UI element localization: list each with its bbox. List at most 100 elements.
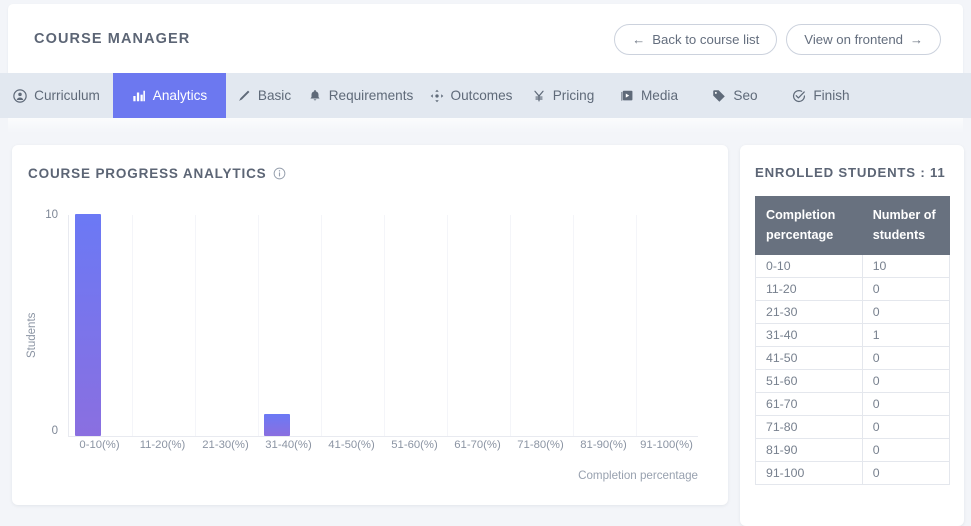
pencil-icon bbox=[237, 89, 251, 103]
table-row: 0-1010 bbox=[756, 255, 950, 278]
tab-requirements-label: Requirements bbox=[329, 88, 414, 103]
tab-seo-label: Seo bbox=[733, 88, 757, 103]
cell-completion-range: 71-80 bbox=[756, 416, 863, 439]
x-axis-tick: 0-10(%) bbox=[68, 439, 131, 451]
tab-outcomes[interactable]: Outcomes bbox=[419, 73, 523, 118]
tag-icon bbox=[712, 89, 726, 103]
x-axis-tick: 81-90(%) bbox=[572, 439, 635, 451]
cell-student-count: 0 bbox=[862, 393, 949, 416]
table-header-row: Completion percentage Number of students bbox=[756, 197, 950, 255]
yen-icon bbox=[532, 89, 546, 103]
x-axis-tick: 51-60(%) bbox=[383, 439, 446, 451]
cell-student-count: 1 bbox=[862, 324, 949, 347]
grid-line bbox=[132, 215, 133, 436]
course-progress-analytics-card: COURSE PROGRESS ANALYTICS Students 100 0… bbox=[12, 145, 728, 505]
arrow-left-icon: ← bbox=[632, 32, 645, 47]
grid-line bbox=[510, 215, 511, 436]
cell-completion-range: 41-50 bbox=[756, 347, 863, 370]
x-axis-tick: 31-40(%) bbox=[257, 439, 320, 451]
table-row: 21-300 bbox=[756, 301, 950, 324]
bar-chart: Students 100 0-10(%)11-20(%)21-30(%)31-4… bbox=[12, 193, 728, 505]
cell-student-count: 10 bbox=[862, 255, 949, 278]
grid-line bbox=[447, 215, 448, 436]
header-actions: ← Back to course list View on frontend → bbox=[614, 24, 941, 55]
tab-pricing[interactable]: Pricing bbox=[523, 73, 603, 118]
cell-student-count: 0 bbox=[862, 347, 949, 370]
grid-line bbox=[321, 215, 322, 436]
table-row: 91-1000 bbox=[756, 462, 950, 485]
bar-chart-icon bbox=[132, 89, 146, 103]
grid-line bbox=[258, 215, 259, 436]
user-circle-icon bbox=[13, 89, 27, 103]
page-title: COURSE MANAGER bbox=[34, 31, 190, 47]
table-row: 61-700 bbox=[756, 393, 950, 416]
x-axis-tick: 41-50(%) bbox=[320, 439, 383, 451]
back-to-course-list-button[interactable]: ← Back to course list bbox=[614, 24, 777, 55]
tab-requirements[interactable]: Requirements bbox=[302, 73, 419, 118]
table-head: Completion percentage Number of students bbox=[756, 197, 950, 255]
y-axis-ticks: 10 0 bbox=[28, 193, 58, 505]
info-circle-icon[interactable] bbox=[273, 167, 286, 180]
tab-basic[interactable]: Basic bbox=[226, 73, 302, 118]
completion-stats-table: Completion percentage Number of students… bbox=[755, 196, 950, 485]
tab-finish[interactable]: Finish bbox=[775, 73, 867, 118]
tab-curriculum-label: Curriculum bbox=[34, 88, 100, 103]
cell-completion-range: 31-40 bbox=[756, 324, 863, 347]
view-on-frontend-label: View on frontend bbox=[804, 32, 903, 47]
tab-pricing-label: Pricing bbox=[553, 88, 595, 103]
grid-line bbox=[573, 215, 574, 436]
bar[interactable] bbox=[75, 214, 101, 436]
x-axis-label: Completion percentage bbox=[12, 469, 698, 482]
cell-completion-range: 21-30 bbox=[756, 301, 863, 324]
check-circle-icon bbox=[792, 89, 806, 103]
move-icon bbox=[430, 89, 444, 103]
cell-student-count: 0 bbox=[862, 439, 949, 462]
grid-line bbox=[195, 215, 196, 436]
cell-student-count: 0 bbox=[862, 301, 949, 324]
cell-completion-range: 51-60 bbox=[756, 370, 863, 393]
cell-completion-range: 11-20 bbox=[756, 278, 863, 301]
tab-media-label: Media bbox=[641, 88, 678, 103]
cell-completion-range: 0-10 bbox=[756, 255, 863, 278]
bell-icon bbox=[308, 89, 322, 103]
chart-card-title-text: COURSE PROGRESS ANALYTICS bbox=[28, 166, 267, 181]
y-axis-tick: 0 bbox=[28, 425, 58, 437]
tab-seo[interactable]: Seo bbox=[695, 73, 775, 118]
tab-basic-label: Basic bbox=[258, 88, 291, 103]
tab-media[interactable]: Media bbox=[603, 73, 695, 118]
table-body: 0-101011-20021-30031-40141-50051-60061-7… bbox=[756, 255, 950, 485]
cell-completion-range: 61-70 bbox=[756, 393, 863, 416]
column-header-completion-percentage: Completion percentage bbox=[756, 197, 863, 255]
chart-card-title: COURSE PROGRESS ANALYTICS bbox=[12, 145, 728, 181]
media-play-icon bbox=[620, 89, 634, 103]
cell-student-count: 0 bbox=[862, 462, 949, 485]
x-axis-ticks: 0-10(%)11-20(%)21-30(%)31-40(%)41-50(%)5… bbox=[68, 439, 698, 457]
enrolled-students-title: ENROLLED STUDENTS : 11 bbox=[755, 163, 950, 182]
x-axis-tick: 91-100(%) bbox=[635, 439, 698, 451]
cell-completion-range: 81-90 bbox=[756, 439, 863, 462]
grid-line bbox=[384, 215, 385, 436]
table-row: 71-800 bbox=[756, 416, 950, 439]
x-axis-tick: 61-70(%) bbox=[446, 439, 509, 451]
grid-line bbox=[636, 215, 637, 436]
table-row: 31-401 bbox=[756, 324, 950, 347]
table-row: 41-500 bbox=[756, 347, 950, 370]
tab-outcomes-label: Outcomes bbox=[451, 88, 513, 103]
cell-student-count: 0 bbox=[862, 370, 949, 393]
app-header: COURSE MANAGER ← Back to course list Vie… bbox=[8, 4, 963, 74]
tab-finish-label: Finish bbox=[813, 88, 849, 103]
tab-analytics[interactable]: Analytics bbox=[113, 73, 226, 118]
tab-analytics-label: Analytics bbox=[153, 88, 207, 103]
column-header-number-of-students: Number of students bbox=[862, 197, 949, 255]
x-axis-tick: 71-80(%) bbox=[509, 439, 572, 451]
tab-curriculum[interactable]: Curriculum bbox=[0, 73, 113, 118]
plot-area bbox=[68, 215, 698, 437]
table-row: 11-200 bbox=[756, 278, 950, 301]
x-axis-tick: 21-30(%) bbox=[194, 439, 257, 451]
view-on-frontend-button[interactable]: View on frontend → bbox=[786, 24, 941, 55]
cell-student-count: 0 bbox=[862, 278, 949, 301]
bar[interactable] bbox=[264, 414, 290, 436]
back-to-course-list-label: Back to course list bbox=[652, 32, 759, 47]
table-row: 81-900 bbox=[756, 439, 950, 462]
y-axis-tick: 10 bbox=[28, 209, 58, 221]
